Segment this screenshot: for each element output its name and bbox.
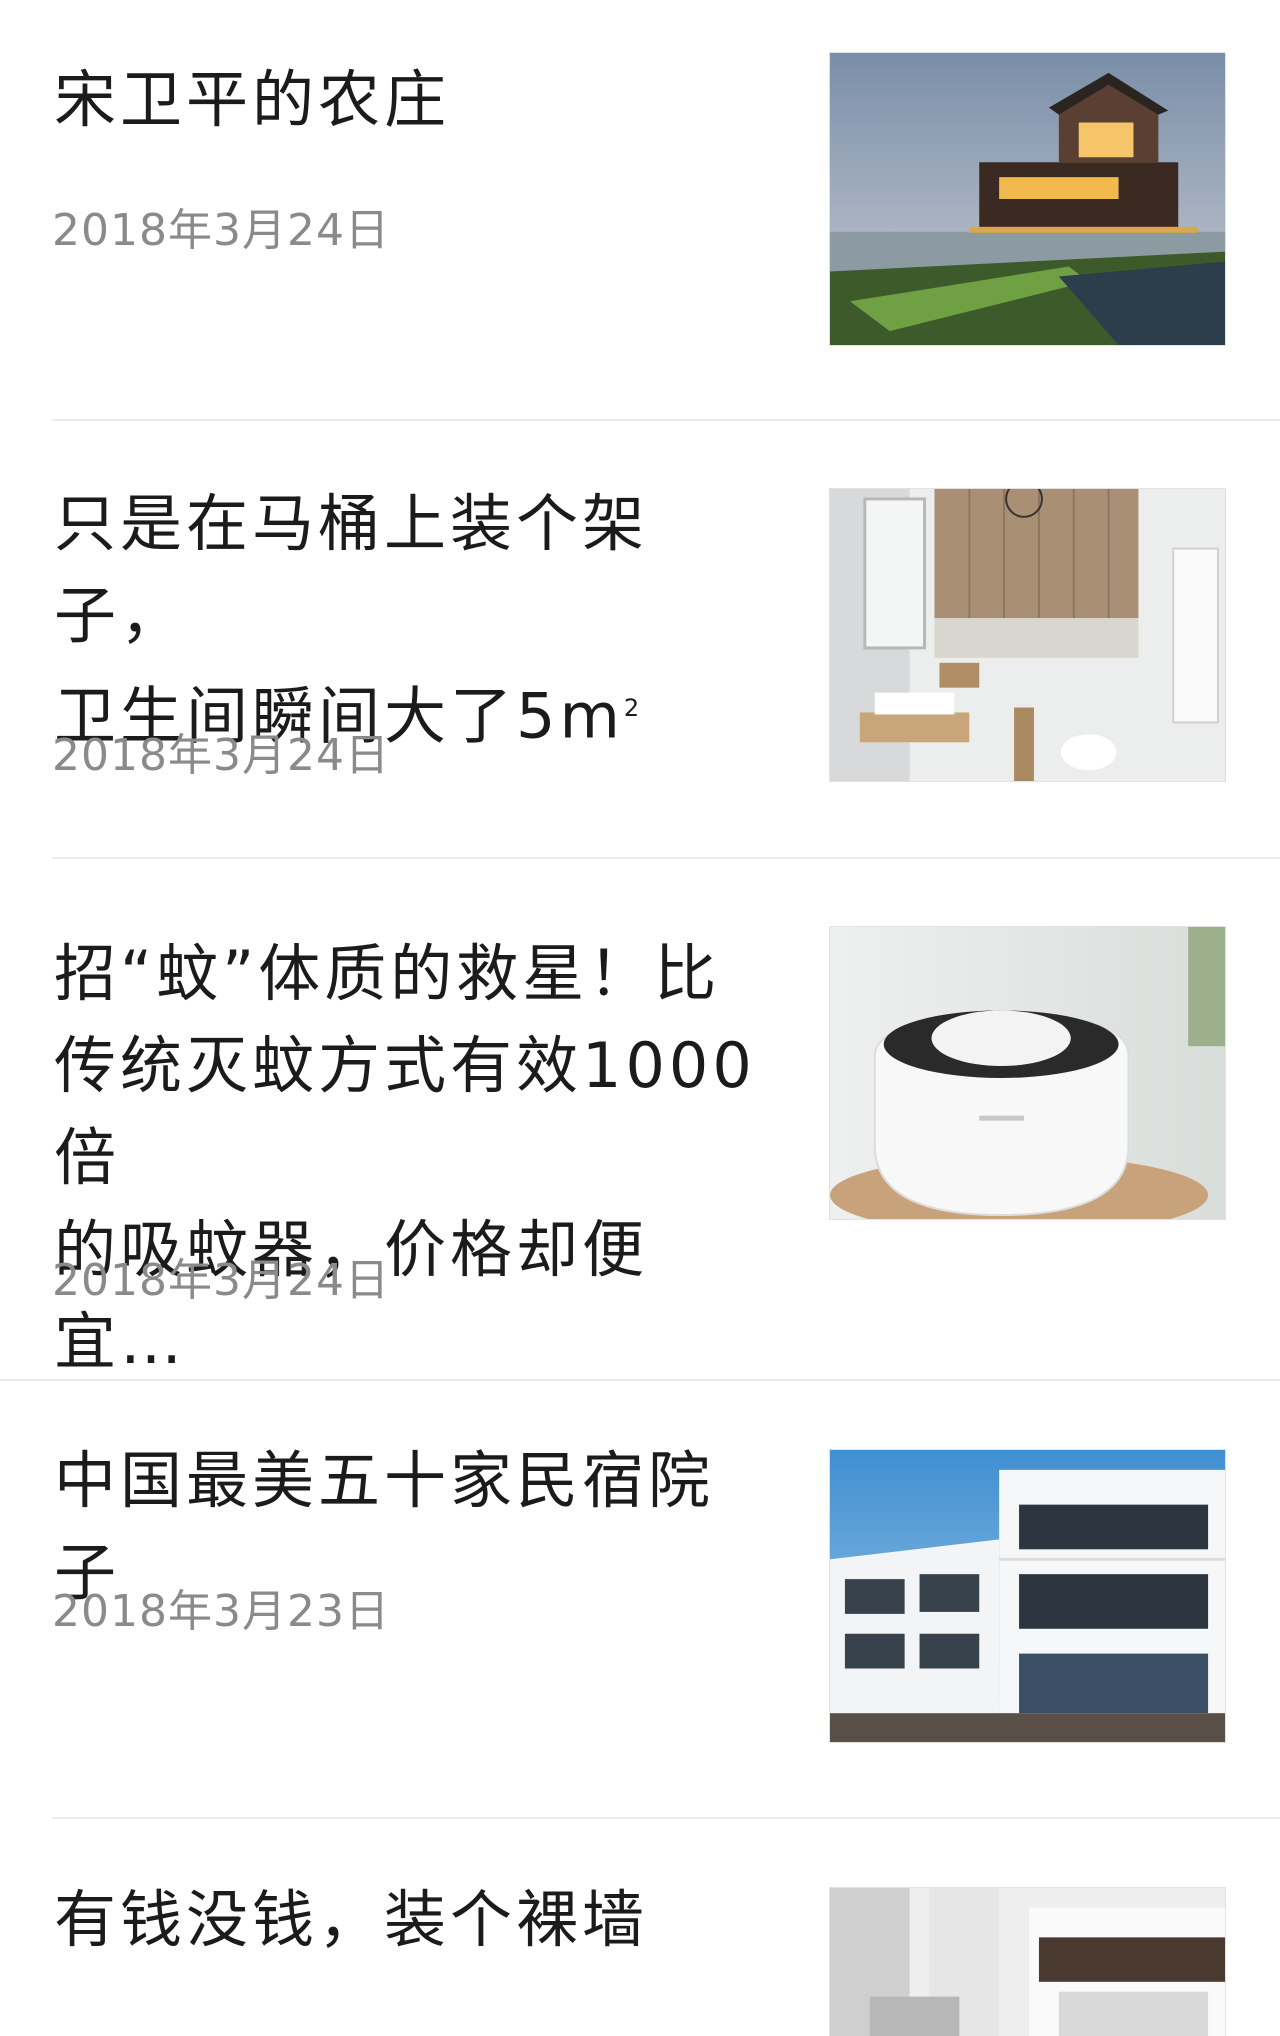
article-title: 招“蚊”体质的救星！比 传统灭蚊方式有效1000倍 的吸蚊器，价格却便宜… (54, 928, 764, 1388)
article-item[interactable]: 中国最美五十家民宿院子 2018年3月23日 (0, 1381, 1280, 1817)
article-date: 2018年3月24日 (52, 1255, 390, 1306)
article-thumbnail (829, 488, 1226, 782)
article-thumbnail (829, 52, 1226, 346)
article-title: 有钱没钱，装个裸墙 (54, 1883, 649, 1956)
article-thumbnail (829, 926, 1226, 1220)
article-title-line: 招“蚊”体质的救星！比 (54, 937, 721, 1010)
article-item[interactable]: 有钱没钱，装个裸墙 (0, 1819, 1280, 2036)
article-feed: 宋卫平的农庄 2018年3月24日 只是在马桶上装个架子， 卫生间瞬间大了5m2… (0, 0, 1280, 2036)
article-thumbnail (829, 1449, 1226, 1743)
article-item[interactable]: 宋卫平的农庄 2018年3月24日 (0, 0, 1280, 420)
article-title-line: 传统灭蚊方式有效1000倍 (54, 1029, 756, 1194)
article-item[interactable]: 只是在马桶上装个架子， 卫生间瞬间大了5m2 2018年3月24日 (0, 421, 1280, 857)
article-date: 2018年3月24日 (52, 730, 390, 781)
article-thumbnail (829, 1887, 1226, 2036)
article-item[interactable]: 招“蚊”体质的救星！比 传统灭蚊方式有效1000倍 的吸蚊器，价格却便宜… 20… (0, 859, 1280, 1379)
superscript: 2 (623, 694, 644, 722)
article-title-line: 只是在马桶上装个架子， (54, 487, 649, 652)
article-title: 宋卫平的农庄 (54, 63, 451, 136)
article-date: 2018年3月24日 (52, 205, 390, 256)
article-date: 2018年3月23日 (52, 1586, 390, 1637)
